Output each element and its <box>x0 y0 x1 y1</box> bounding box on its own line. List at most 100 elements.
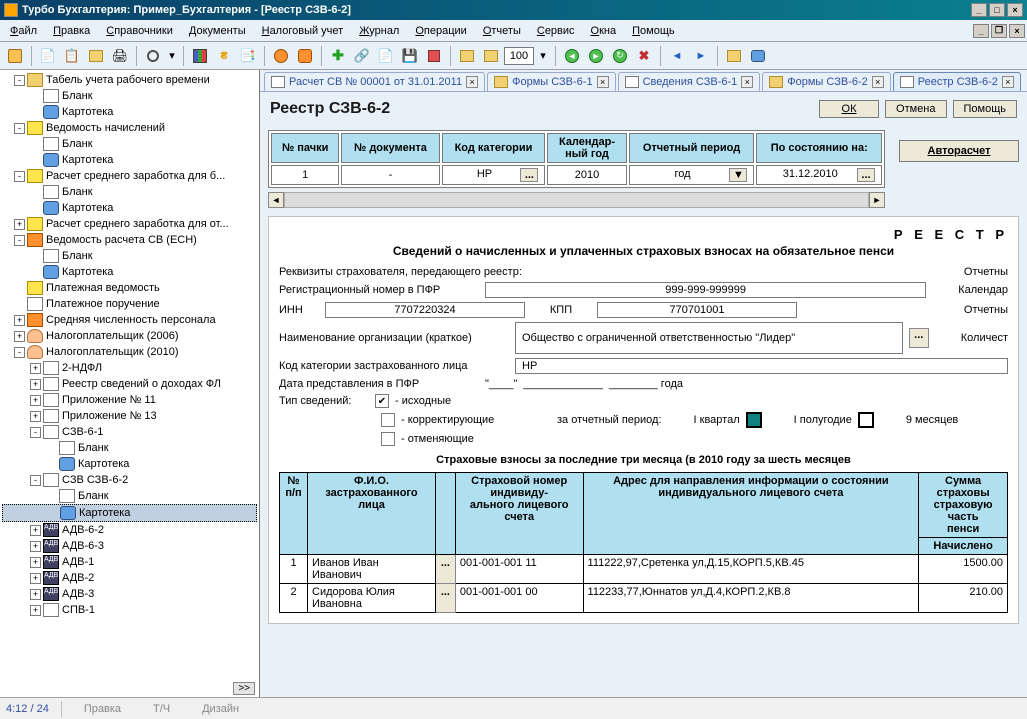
cell-sum[interactable]: 1500.00 <box>919 555 1008 584</box>
zoom-dropdown[interactable]: ▾ <box>536 45 550 67</box>
param-cell[interactable]: НР... <box>442 165 546 185</box>
tree-node[interactable]: +Расчет среднего заработка для от... <box>2 216 257 232</box>
param-cell[interactable]: 1 <box>271 165 339 185</box>
home-button[interactable] <box>4 45 26 67</box>
tree-node[interactable]: +Приложение № 13 <box>2 408 257 424</box>
tree-expand-button[interactable]: >> <box>233 682 255 695</box>
close-button[interactable]: × <box>1007 3 1023 17</box>
tab[interactable]: Формы СЗВ-6-1× <box>487 72 616 91</box>
card-button[interactable] <box>456 45 478 67</box>
mdi-restore-button[interactable]: ❐ <box>991 24 1007 38</box>
tree-node[interactable]: +АДВАДВ-6-2 <box>2 522 257 538</box>
menu-Журнал[interactable]: Журнал <box>351 23 407 39</box>
expand-icon[interactable]: + <box>30 363 41 374</box>
table-row[interactable]: 2Сидорова Юлия Ивановна...001-001-001 00… <box>280 584 1008 613</box>
tree-panel[interactable]: -Табель учета рабочего времениБланкКарто… <box>0 70 260 697</box>
tree-node[interactable]: -СЗВ СЗВ-6-2 <box>2 472 257 488</box>
input-cat[interactable] <box>515 358 1008 374</box>
tree-node[interactable]: Картотека <box>2 504 257 522</box>
radio-q1[interactable] <box>746 412 762 428</box>
expand-icon[interactable]: + <box>14 219 25 230</box>
tree-node[interactable]: -Ведомость расчета СВ (ЕСН) <box>2 232 257 248</box>
param-cell[interactable]: год▼ <box>629 165 755 185</box>
refresh-button[interactable]: ↻ <box>609 45 631 67</box>
param-scroll-right[interactable]: ► <box>869 192 885 208</box>
menu-Помощь[interactable]: Помощь <box>624 23 683 39</box>
cell-snils[interactable]: 001-001-001 11 <box>455 555 583 584</box>
tree-node[interactable]: Картотека <box>2 200 257 216</box>
tree-node[interactable]: +СПВ-1 <box>2 602 257 618</box>
tree-node[interactable]: +2-НДФЛ <box>2 360 257 376</box>
add-button[interactable]: ✚ <box>327 45 349 67</box>
chart-button[interactable] <box>189 45 211 67</box>
tool-button-3[interactable] <box>294 45 316 67</box>
zoom-input[interactable] <box>504 47 534 65</box>
tree-node[interactable]: +АДВАДВ-3 <box>2 586 257 602</box>
cell-sum[interactable]: 210.00 <box>919 584 1008 613</box>
param-scroll-track[interactable] <box>284 192 869 208</box>
tree-node[interactable]: Картотека <box>2 104 257 120</box>
tree-node[interactable]: -Табель учета рабочего времени <box>2 72 257 88</box>
tree-node[interactable]: Картотека <box>2 264 257 280</box>
status-edit[interactable]: Правка <box>74 703 131 715</box>
input-inn[interactable] <box>325 302 525 318</box>
mdi-close-button[interactable]: × <box>1009 24 1025 38</box>
checkbox-ish[interactable]: ✔ <box>375 394 389 408</box>
expand-icon[interactable]: - <box>14 75 25 86</box>
expand-icon[interactable]: - <box>30 427 41 438</box>
org-lookup-button[interactable]: ... <box>909 328 929 348</box>
param-cell[interactable]: - <box>341 165 439 185</box>
menu-Отчеты[interactable]: Отчеты <box>475 23 529 39</box>
expand-icon[interactable]: + <box>30 541 41 552</box>
tree-node[interactable]: -СЗВ-6-1 <box>2 424 257 440</box>
expand-icon[interactable]: + <box>30 395 41 406</box>
help-button[interactable]: Помощь <box>953 100 1018 118</box>
cell-addr[interactable]: 112233,77,Юннатов ул,Д.4,КОРП.2,КВ.8 <box>583 584 919 613</box>
tree-node[interactable]: +АДВАДВ-6-3 <box>2 538 257 554</box>
delete-button[interactable] <box>423 45 445 67</box>
minimize-button[interactable]: _ <box>971 3 987 17</box>
expand-icon[interactable]: - <box>14 235 25 246</box>
ok-button[interactable]: ОК <box>819 100 879 118</box>
nav-prev-button[interactable]: ► <box>585 45 607 67</box>
tree-node[interactable]: Бланк <box>2 88 257 104</box>
input-kpp[interactable] <box>597 302 797 318</box>
tool-button-1[interactable]: 📑 <box>237 45 259 67</box>
cancel-button[interactable]: Отмена <box>885 100 946 118</box>
tree-node[interactable]: -Расчет среднего заработка для б... <box>2 168 257 184</box>
tree-node[interactable]: Бланк <box>2 136 257 152</box>
tree-node[interactable]: +Средняя численность персонала <box>2 312 257 328</box>
copy-button[interactable]: 📄 <box>37 45 59 67</box>
expand-icon[interactable]: + <box>30 573 41 584</box>
cell-fio[interactable]: Иванов Иван Иванович <box>308 555 436 584</box>
expand-icon[interactable]: + <box>30 525 41 536</box>
table-row[interactable]: 1Иванов Иван Иванович...001-001-001 1111… <box>280 555 1008 584</box>
menu-Операции[interactable]: Операции <box>407 23 474 39</box>
card2-button[interactable] <box>480 45 502 67</box>
maximize-button[interactable]: □ <box>989 3 1005 17</box>
menu-Файл[interactable]: Файл <box>2 23 45 39</box>
save-button[interactable]: 💾 <box>399 45 421 67</box>
tree-node[interactable]: Картотека <box>2 456 257 472</box>
cell-snils[interactable]: 001-001-001 00 <box>455 584 583 613</box>
tree-node[interactable]: Бланк <box>2 440 257 456</box>
tree-node[interactable]: Платежное поручение <box>2 296 257 312</box>
tree-node[interactable]: +АДВАДВ-2 <box>2 570 257 586</box>
tab[interactable]: Формы СЗВ-6-2× <box>762 72 891 91</box>
expand-icon[interactable]: + <box>30 589 41 600</box>
menu-Сервис[interactable]: Сервис <box>529 23 583 39</box>
tree-node[interactable]: Платежная ведомость <box>2 280 257 296</box>
tree-node[interactable]: Картотека <box>2 152 257 168</box>
folder-button[interactable] <box>85 45 107 67</box>
tab-close[interactable]: × <box>1002 76 1014 88</box>
paste-button[interactable]: 📋 <box>61 45 83 67</box>
tab[interactable]: Реестр СЗВ-6-2× <box>893 72 1021 91</box>
tab[interactable]: Сведения СЗВ-6-1× <box>618 72 761 91</box>
expand-icon[interactable]: - <box>14 347 25 358</box>
tab[interactable]: Расчет СВ № 00001 от 31.01.2011× <box>264 72 485 91</box>
fio-lookup-button[interactable]: ... <box>435 584 455 613</box>
input-org[interactable] <box>515 322 903 354</box>
link-button[interactable]: 🔗 <box>351 45 373 67</box>
stop-button[interactable]: ✖ <box>633 45 655 67</box>
menu-Справочники[interactable]: Справочники <box>98 23 181 39</box>
